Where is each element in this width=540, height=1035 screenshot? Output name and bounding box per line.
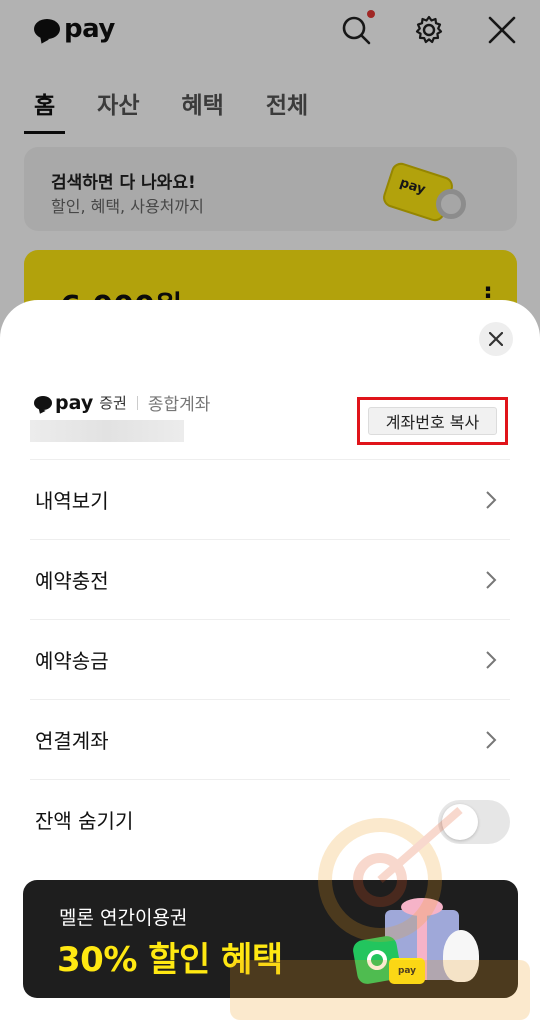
pay-card-icon: pay: [389, 958, 425, 984]
hide-balance-label: 잔액 숨기기: [35, 809, 134, 833]
melon-logo: [365, 948, 389, 972]
brand-divider: [136, 395, 138, 410]
menu-item-label: 연결계좌: [35, 729, 109, 753]
toggle-knob: [442, 804, 478, 840]
menu-item-linked-account[interactable]: 연결계좌: [30, 700, 510, 780]
melon-promo-banner[interactable]: 멜론 연간이용권 30% 할인 혜택 pay: [23, 880, 518, 998]
chevron-right-icon: [486, 571, 497, 589]
chevron-right-icon: [486, 491, 497, 509]
account-brand: pay 증권 종합계좌: [34, 390, 210, 415]
promo-headline: 30% 할인 혜택: [57, 940, 283, 980]
menu-item-scheduled-transfer[interactable]: 예약송금: [30, 620, 510, 700]
promo-subtitle: 멜론 연간이용권: [59, 907, 188, 929]
menu-item-label: 예약충전: [35, 569, 109, 593]
account-menu: 내역보기 예약충전 예약송금 연결계좌 잔액 숨기기: [0, 460, 540, 860]
speech-bubble-icon: [34, 395, 52, 410]
account-type: 종합계좌: [147, 395, 211, 415]
menu-item-history[interactable]: 내역보기: [30, 460, 510, 540]
brand-securities: 증권: [99, 394, 127, 412]
menu-item-hide-balance: 잔액 숨기기: [30, 780, 510, 860]
chevron-right-icon: [486, 651, 497, 669]
sheet-close-button[interactable]: [479, 322, 513, 356]
account-bottom-sheet: pay 증권 종합계좌 계좌번호 복사 내역보기 예약충전 예약송금 연결계좌 …: [0, 300, 540, 1035]
rabbit-icon: [443, 930, 479, 982]
gift-bow: [401, 898, 443, 916]
menu-item-label: 예약송금: [35, 649, 109, 673]
hide-balance-toggle[interactable]: [438, 800, 510, 844]
menu-item-scheduled-charge[interactable]: 예약충전: [30, 540, 510, 620]
close-icon: [489, 332, 503, 346]
menu-item-label: 내역보기: [35, 489, 109, 513]
copy-account-number-button[interactable]: 계좌번호 복사: [368, 407, 497, 435]
masked-account-number: [30, 420, 184, 442]
highlight-box: 계좌번호 복사: [357, 397, 508, 445]
chevron-right-icon: [486, 731, 497, 749]
brand-pay-text: pay: [55, 391, 94, 414]
